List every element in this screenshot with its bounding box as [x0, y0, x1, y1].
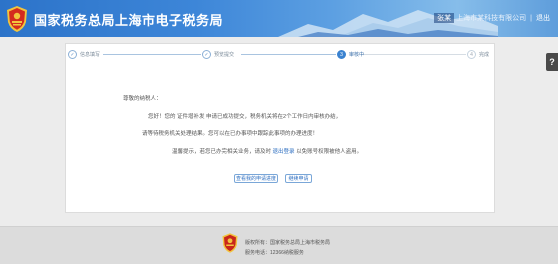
step-label: 完成: [479, 52, 490, 58]
user-organization[interactable]: 上海市某科技有限公司: [456, 13, 526, 23]
tip-prefix: 温馨提示，若您已办完相关业务，请及时: [172, 149, 272, 155]
step-number: 3: [337, 50, 346, 59]
salutation: 尊敬的纳税人：: [123, 96, 162, 102]
step-connector: [361, 54, 466, 55]
site-header: 国家税务总局上海市电子税务局 张某 上海市某科技有限公司 | 退出: [0, 0, 558, 37]
step-label: 审核中: [349, 52, 365, 58]
message-line-1: 您好！您的 证件增补发 申请已成功提交，税务机关将在2个工作日内审核办结，: [148, 114, 342, 120]
site-footer: 版权所有：国家税务总局上海市税务局 服务电话：12366纳税服务: [0, 226, 558, 264]
footer-hotline: 服务电话：12366纳税服务: [245, 250, 304, 256]
logout-link-inline[interactable]: 退出登录: [273, 149, 295, 155]
step-preview-submit: ✓ 预览提交: [202, 50, 234, 59]
progress-steps: ✓ 信息填写 ✓ 预览提交 3 审核中 4 完成: [66, 50, 496, 64]
site-title: 国家税务总局上海市电子税务局: [34, 13, 224, 28]
help-button[interactable]: ?: [546, 53, 558, 71]
tax-emblem-icon: [7, 6, 27, 32]
step-check-icon: ✓: [202, 50, 211, 59]
step-connector: [103, 54, 201, 55]
tax-emblem-icon: [222, 233, 238, 253]
message-line-3: 温馨提示，若您已办完相关业务，请及时 退出登录 以免账号权限被他人盗用。: [172, 147, 362, 155]
user-bar: 张某 上海市某科技有限公司 | 退出: [434, 13, 550, 23]
step-complete: 4 完成: [467, 50, 489, 59]
step-label: 预览提交: [214, 52, 235, 58]
footer-copyright: 版权所有：国家税务总局上海市税务局: [245, 240, 331, 246]
tip-suffix: 以免账号权限被他人盗用。: [296, 149, 363, 155]
step-under-review: 3 审核中: [337, 50, 364, 59]
divider: |: [530, 14, 532, 22]
continue-apply-button[interactable]: 继续申请: [285, 174, 312, 183]
user-name[interactable]: 张某: [434, 13, 455, 23]
view-progress-button[interactable]: 查看我的申请进度: [234, 174, 278, 183]
logout-link[interactable]: 退出: [536, 13, 550, 23]
step-connector: [241, 54, 336, 55]
application-status-card: ✓ 信息填写 ✓ 预览提交 3 审核中 4 完成 尊敬的纳税人： 您好！您的 证…: [65, 43, 495, 213]
step-number: 4: [467, 50, 476, 59]
message-line-2: 请等待税务机关处理结果。您可以在已办事项中跟踪此事项的办理进度！: [142, 131, 319, 137]
step-label: 信息填写: [80, 52, 101, 58]
step-info-fill: ✓ 信息填写: [68, 50, 100, 59]
step-check-icon: ✓: [68, 50, 77, 59]
